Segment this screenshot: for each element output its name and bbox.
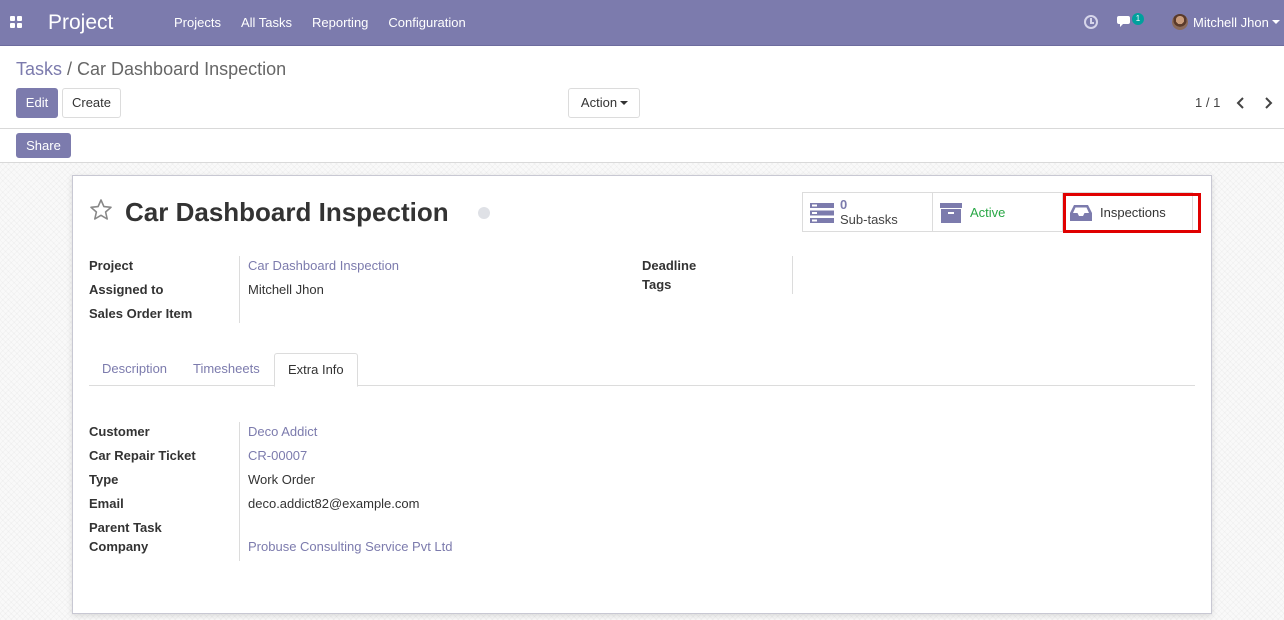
apps-menu-icon[interactable] — [10, 16, 22, 28]
field-separator — [239, 256, 240, 323]
active-toggle-button[interactable]: Active — [932, 192, 1063, 232]
caret-down-icon — [620, 101, 628, 105]
subtasks-label: Sub-tasks — [840, 212, 898, 227]
project-value[interactable]: Car Dashboard Inspection — [248, 258, 399, 274]
action-dropdown-button[interactable]: Action — [568, 88, 640, 118]
breadcrumb-separator: / — [67, 59, 73, 79]
type-label: Type — [89, 472, 119, 487]
chat-icon[interactable] — [1117, 15, 1133, 29]
breadcrumb: Tasks / Car Dashboard Inspection — [16, 58, 286, 80]
top-navbar: Project Projects All Tasks Reporting Con… — [0, 0, 1284, 46]
breadcrumb-tasks-link[interactable]: Tasks — [16, 59, 62, 79]
star-icon[interactable] — [89, 198, 113, 222]
chat-count-badge: 1 — [1132, 13, 1144, 25]
company-label: Company — [89, 539, 149, 554]
control-panel-divider — [0, 128, 1284, 129]
chevron-left-icon[interactable] — [1235, 97, 1247, 109]
field-separator — [792, 256, 793, 294]
type-value[interactable]: Work Order — [248, 472, 315, 488]
customer-label: Customer — [89, 424, 150, 439]
tasks-icon — [810, 203, 834, 223]
tags-label: Tags — [642, 277, 672, 292]
menu-item-projects[interactable]: Projects — [164, 0, 231, 46]
car-repair-ticket-label: Car Repair Ticket — [89, 448, 196, 463]
subtasks-count: 0 — [840, 197, 848, 212]
tab-extra-info[interactable]: Extra Info — [274, 353, 358, 387]
chevron-right-icon[interactable] — [1262, 97, 1274, 109]
parent-task-label: Parent Task — [89, 520, 162, 535]
tab-timesheets[interactable]: Timesheets — [180, 353, 273, 386]
inspections-smart-button[interactable]: Inspections — [1062, 192, 1193, 232]
assigned-to-value[interactable]: Mitchell Jhon — [248, 282, 324, 298]
assigned-to-label: Assigned to — [89, 282, 164, 297]
pager-value[interactable]: 1 / 1 — [1195, 95, 1220, 111]
action-label: Action — [580, 95, 618, 110]
active-label: Active — [970, 205, 1006, 220]
menu-item-reporting[interactable]: Reporting — [302, 0, 378, 46]
tab-description[interactable]: Description — [89, 353, 180, 386]
subtasks-smart-button[interactable]: 0 Sub-tasks — [802, 192, 933, 232]
company-value[interactable]: Probuse Consulting Service Pvt Ltd — [248, 539, 453, 555]
inbox-icon — [1070, 205, 1092, 221]
activity-clock-icon[interactable] — [1084, 15, 1098, 29]
car-repair-ticket-value[interactable]: CR-00007 — [248, 448, 307, 464]
customer-value[interactable]: Deco Addict — [248, 424, 317, 440]
field-separator — [239, 422, 240, 561]
menu-item-configuration[interactable]: Configuration — [378, 0, 475, 46]
edit-button[interactable]: Edit — [16, 88, 58, 118]
menu-item-all-tasks[interactable]: All Tasks — [231, 0, 302, 46]
smart-buttons: 0 Sub-tasks Active Inspections — [802, 192, 1193, 232]
main-menu: Projects All Tasks Reporting Configurati… — [164, 0, 476, 46]
kanban-state-indicator[interactable] — [478, 207, 490, 219]
deadline-label: Deadline — [642, 258, 697, 273]
user-avatar[interactable] — [1172, 14, 1188, 30]
project-label: Project — [89, 258, 134, 273]
share-button[interactable]: Share — [16, 133, 71, 158]
breadcrumb-current: Car Dashboard Inspection — [77, 59, 287, 79]
email-value[interactable]: deco.addict82@example.com — [248, 496, 419, 512]
inspections-label: Inspections — [1100, 205, 1166, 220]
email-label: Email — [89, 496, 124, 511]
notebook-tabs: Description Timesheets Extra Info — [89, 353, 1195, 387]
user-name[interactable]: Mitchell Jhon — [1193, 0, 1269, 46]
archive-icon — [940, 203, 962, 223]
sales-order-item-label: Sales Order Item — [89, 306, 193, 321]
app-title[interactable]: Project — [48, 10, 113, 36]
task-title: Car Dashboard Inspection — [125, 197, 449, 227]
form-sheet: Car Dashboard Inspection 0 Sub-tasks Act… — [72, 175, 1212, 614]
user-menu-caret-icon[interactable] — [1272, 20, 1280, 24]
create-button[interactable]: Create — [62, 88, 121, 118]
